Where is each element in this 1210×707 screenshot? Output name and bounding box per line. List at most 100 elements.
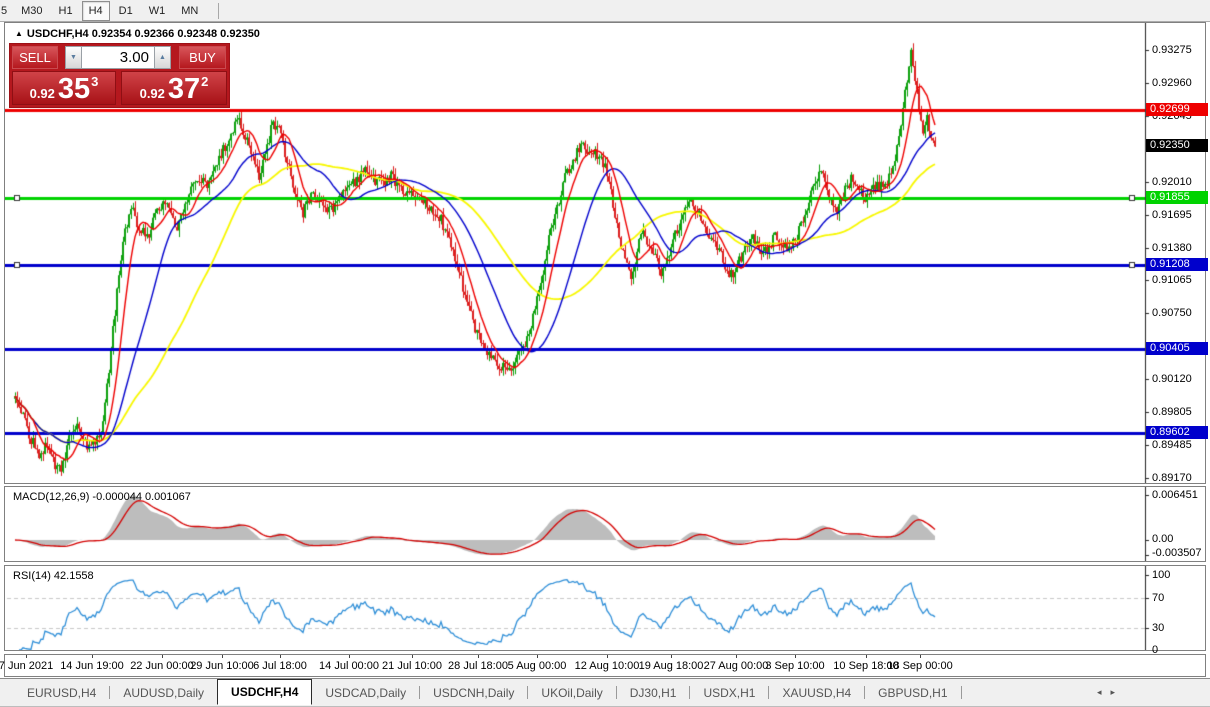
toolbar-timeframe-m30[interactable]: M30 [14, 1, 49, 21]
macd-axis-label: -0.003507 [1152, 547, 1202, 559]
time-axis-tick [795, 655, 796, 658]
time-axis-label: 28 Jul 18:00 [448, 660, 508, 672]
main-chart-pane: ▲ USDCHF,H4 0.92354 0.92366 0.92348 0.923… [4, 22, 1208, 484]
price-axis-tick-label: 0.89170 [1152, 472, 1192, 484]
timeframe-toolbar: 5 M30 H1 H4 D1 W1 MN [0, 0, 1210, 22]
sell-price-sup: 3 [91, 74, 99, 89]
time-axis-tick [537, 655, 538, 658]
time-axis-label: 27 Aug 00:00 [703, 660, 769, 672]
collapse-arrow-icon[interactable]: ▲ [15, 29, 23, 38]
buy-price-prefix: 0.92 [139, 86, 165, 101]
rsi-axis-label: 100 [1152, 569, 1171, 581]
chart-tab-gbpusd-h1[interactable]: GBPUSD,H1 [865, 679, 960, 706]
time-axis-label: 12 Aug 10:00 [574, 660, 640, 672]
chart-tab-audusd-daily[interactable]: AUDUSD,Daily [110, 679, 217, 706]
volume-input[interactable] [82, 46, 154, 69]
volume-increase-button[interactable]: ▲ [154, 46, 171, 69]
current-price-label: 0.92350 [1146, 139, 1208, 152]
macd-label: MACD(12,26,9) -0.000044 0.001067 [13, 491, 191, 503]
one-click-trading-panel: SELL ▼ ▲ BUY 0.92353 0.92372 [9, 43, 230, 108]
price-axis-tick-label: 0.89805 [1152, 406, 1192, 418]
time-axis-label: 14 Jul 00:00 [319, 660, 379, 672]
chart-tab-bar: EURUSD,H4 AUDUSD,Daily USDCHF,H4 USDCAD,Dai… [0, 678, 1210, 707]
macd-axis-label: 0.006451 [1152, 489, 1198, 501]
tab-scroll-left-icon[interactable]: ◂ [1097, 687, 1111, 697]
hline-price-label: 0.92699 [1146, 103, 1208, 116]
time-axis-tick [222, 655, 223, 658]
time-axis-tick [349, 655, 350, 658]
toolbar-timeframe-h1[interactable]: H1 [52, 1, 80, 21]
toolbar-separator [218, 2, 220, 19]
chart-tab-xauusd-h4[interactable]: XAUUSD,H4 [769, 679, 864, 706]
sell-price-prefix: 0.92 [29, 86, 55, 101]
buy-price-big: 37 [167, 73, 201, 105]
chart-tab-usdcnh-daily[interactable]: USDCNH,Daily [420, 679, 527, 706]
rsi-label: RSI(14) 42.1558 [13, 570, 94, 582]
tab-scroll-right-icon[interactable]: ▸ [1110, 687, 1124, 697]
time-axis-label: 21 Jul 10:00 [382, 660, 442, 672]
toolbar-timeframe-h4[interactable]: H4 [81, 0, 110, 21]
time-axis-tick [607, 655, 608, 658]
price-axis-tick-label: 0.93275 [1152, 44, 1192, 56]
buy-price-quote[interactable]: 0.92 37 2 [121, 71, 227, 105]
rsi-canvas[interactable] [5, 566, 1205, 650]
time-axis-tick [280, 655, 281, 658]
time-axis-label: 14 Jun 19:00 [60, 660, 124, 672]
time-axis-label: 5 Aug 00:00 [507, 660, 567, 672]
sell-price-big: 35 [57, 73, 91, 105]
chart-tab-usdcad-daily[interactable]: USDCAD,Daily [312, 679, 419, 706]
time-axis-tick [478, 655, 479, 658]
toolbar-timeframe-mn[interactable]: MN [174, 1, 205, 21]
macd-indicator-pane: MACD(12,26,9) -0.000044 0.001067 0.006451 0… [4, 486, 1206, 562]
time-axis-label: 22 Jun 00:00 [130, 660, 194, 672]
chart-tab-usdx-h1[interactable]: USDX,H1 [690, 679, 768, 706]
hline-price-label: 0.91855 [1146, 191, 1208, 204]
time-axis-tick [162, 655, 163, 658]
price-axis-tick-label: 0.91065 [1152, 274, 1192, 286]
chevron-down-icon: ▼ [70, 54, 77, 61]
volume-decrease-button[interactable]: ▼ [65, 46, 82, 69]
chevron-up-icon: ▲ [159, 54, 166, 61]
price-axis-tick-label: 0.90120 [1152, 373, 1192, 385]
rsi-axis-label: 70 [1152, 592, 1165, 604]
time-axis-tick [671, 655, 672, 658]
hline-price-label: 0.91208 [1146, 258, 1208, 271]
chart-tab-dj30-h1[interactable]: DJ30,H1 [617, 679, 690, 706]
toolbar-timeframe-d1[interactable]: D1 [112, 1, 140, 21]
chart-tab-ukoil-daily[interactable]: UKOil,Daily [528, 679, 615, 706]
time-axis-tick [736, 655, 737, 658]
time-axis-label: 3 Sep 10:00 [765, 660, 825, 672]
time-axis-tick [866, 655, 867, 658]
rsi-indicator-pane: RSI(14) 42.1558 100 70 30 0 [4, 565, 1206, 656]
price-axis-tick-label: 0.89485 [1152, 439, 1192, 451]
chart-tab-eurusd-h4[interactable]: EURUSD,H4 [14, 679, 109, 706]
macd-axis-label: 0.00 [1152, 533, 1174, 545]
price-axis-tick-label: 0.91380 [1152, 242, 1192, 254]
toolbar-timeframe-5[interactable]: 5 [0, 1, 12, 21]
chart-title: ▲ USDCHF,H4 0.92354 0.92366 0.92348 0.923… [15, 28, 260, 40]
price-axis-tick-label: 0.90750 [1152, 307, 1192, 319]
chart-tab-usdchf-h4[interactable]: USDCHF,H4 [217, 679, 313, 705]
sell-button[interactable]: SELL [12, 46, 58, 69]
time-axis-tick [920, 655, 921, 658]
time-axis-label: 18 Sep 00:00 [887, 660, 953, 672]
chart-title-text: USDCHF,H4 0.92354 0.92366 0.92348 0.9235… [26, 28, 260, 40]
time-axis-tick [26, 655, 27, 658]
tab-separator [960, 686, 962, 699]
hline-price-label: 0.89602 [1146, 426, 1208, 439]
buy-price-sup: 2 [201, 74, 209, 89]
sell-price-quote[interactable]: 0.92 35 3 [12, 71, 116, 105]
rsi-axis-label: 30 [1152, 622, 1165, 634]
price-axis-tick-label: 0.92960 [1152, 77, 1192, 89]
time-axis-label: 19 Aug 18:00 [638, 660, 704, 672]
time-axis-label: 7 Jun 2021 [0, 660, 54, 672]
price-axis-tick-label: 0.91695 [1152, 209, 1192, 221]
buy-button[interactable]: BUY [179, 46, 226, 69]
time-axis: 7 Jun 2021 14 Jun 19:00 22 Jun 00:00 29 Jun… [0, 654, 1206, 677]
time-axis-label: 29 Jun 10:00 [190, 660, 254, 672]
hline-price-label: 0.90405 [1146, 342, 1208, 355]
toolbar-timeframe-w1[interactable]: W1 [142, 1, 173, 21]
time-axis-label: 6 Jul 18:00 [253, 660, 307, 672]
time-axis-tick [412, 655, 413, 658]
price-axis-tick-label: 0.92010 [1152, 176, 1192, 188]
